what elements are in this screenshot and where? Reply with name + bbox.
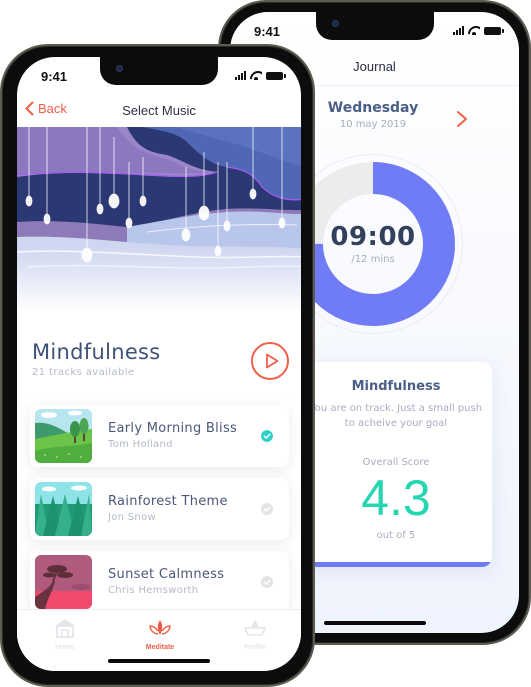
tab-meditate[interactable]: Meditate bbox=[130, 618, 190, 651]
chevron-right-icon[interactable] bbox=[456, 110, 468, 128]
camera-icon bbox=[331, 20, 339, 27]
page-title: Select Music bbox=[122, 103, 196, 118]
phone-select-music: 9:41 Back Select Music Mindfulness 21 tr… bbox=[0, 44, 315, 687]
app-showcase: 9:41 Journal Wednesday 10 may 2019 09:00… bbox=[0, 0, 531, 687]
music-screen: 9:41 Back Select Music Mindfulness 21 tr… bbox=[17, 57, 301, 671]
track-item[interactable]: Rainforest Theme Jon Snow bbox=[30, 478, 289, 540]
category-title: Mindfulness bbox=[32, 340, 161, 364]
score-card-title: Mindfulness bbox=[351, 379, 441, 394]
score-card-accent-bar bbox=[300, 562, 492, 567]
camera-icon bbox=[116, 65, 123, 72]
track-artist: Jon Snow bbox=[108, 512, 156, 523]
track-list: Early Morning Bliss Tom Holland Rainfore… bbox=[30, 405, 289, 624]
track-item[interactable]: Early Morning Bliss Tom Holland bbox=[30, 405, 289, 467]
status-time: 9:41 bbox=[254, 24, 281, 39]
nav-bar: Back Select Music bbox=[17, 97, 301, 127]
tab-label: Home bbox=[55, 644, 75, 651]
battery-icon bbox=[266, 72, 286, 80]
meadow-thumbnail bbox=[35, 409, 92, 463]
track-artist: Tom Holland bbox=[108, 439, 173, 450]
hero-illustration bbox=[17, 127, 301, 312]
tab-label: Profile bbox=[244, 644, 266, 651]
tab-profile[interactable]: Profile bbox=[225, 618, 285, 651]
wifi-icon bbox=[250, 71, 262, 80]
play-button[interactable] bbox=[251, 342, 289, 380]
lotus-icon bbox=[149, 620, 171, 635]
page-title: Journal bbox=[353, 59, 396, 74]
day-name: Wednesday bbox=[327, 100, 419, 116]
tracks-count: 21 tracks available bbox=[32, 367, 135, 378]
forest-thumbnail bbox=[35, 482, 92, 536]
track-title: Rainforest Theme bbox=[108, 494, 228, 509]
tab-label: Meditate bbox=[145, 644, 175, 651]
check-circle-icon[interactable] bbox=[261, 503, 273, 515]
notch bbox=[315, 12, 434, 40]
score-out-of: out of 5 bbox=[376, 530, 416, 541]
track-artist: Chris Hemsworth bbox=[108, 585, 199, 596]
score-card-message: You are on track. Just a small push to a… bbox=[309, 403, 483, 429]
date-label: 10 may 2019 bbox=[339, 119, 407, 130]
home-indicator[interactable] bbox=[108, 659, 210, 663]
date-selector: Wednesday 10 may 2019 bbox=[308, 100, 438, 130]
check-circle-icon[interactable] bbox=[261, 576, 273, 588]
signal-icon bbox=[235, 71, 246, 80]
score-value: 4.3 bbox=[361, 470, 431, 526]
track-title: Early Morning Bliss bbox=[108, 421, 238, 436]
check-circle-icon[interactable] bbox=[261, 430, 273, 442]
score-label: Overall Score bbox=[362, 457, 430, 468]
score-card: Mindfulness You are on track. Just a sma… bbox=[300, 362, 492, 567]
category-header: Mindfulness 21 tracks available bbox=[32, 340, 161, 378]
track-title: Sunset Calmness bbox=[108, 567, 225, 582]
tab-home[interactable]: Home bbox=[35, 618, 95, 651]
play-icon bbox=[266, 353, 279, 369]
track-item[interactable]: Sunset Calmness Chris Hemsworth bbox=[30, 551, 289, 613]
notch bbox=[100, 57, 218, 85]
wifi-icon bbox=[468, 26, 480, 35]
battery-icon bbox=[484, 27, 504, 35]
home-icon bbox=[55, 619, 75, 638]
profile-icon bbox=[243, 620, 267, 636]
sunset-thumbnail bbox=[35, 555, 92, 609]
status-time: 9:41 bbox=[41, 69, 68, 84]
signal-icon bbox=[453, 26, 464, 35]
home-indicator[interactable] bbox=[323, 621, 426, 625]
